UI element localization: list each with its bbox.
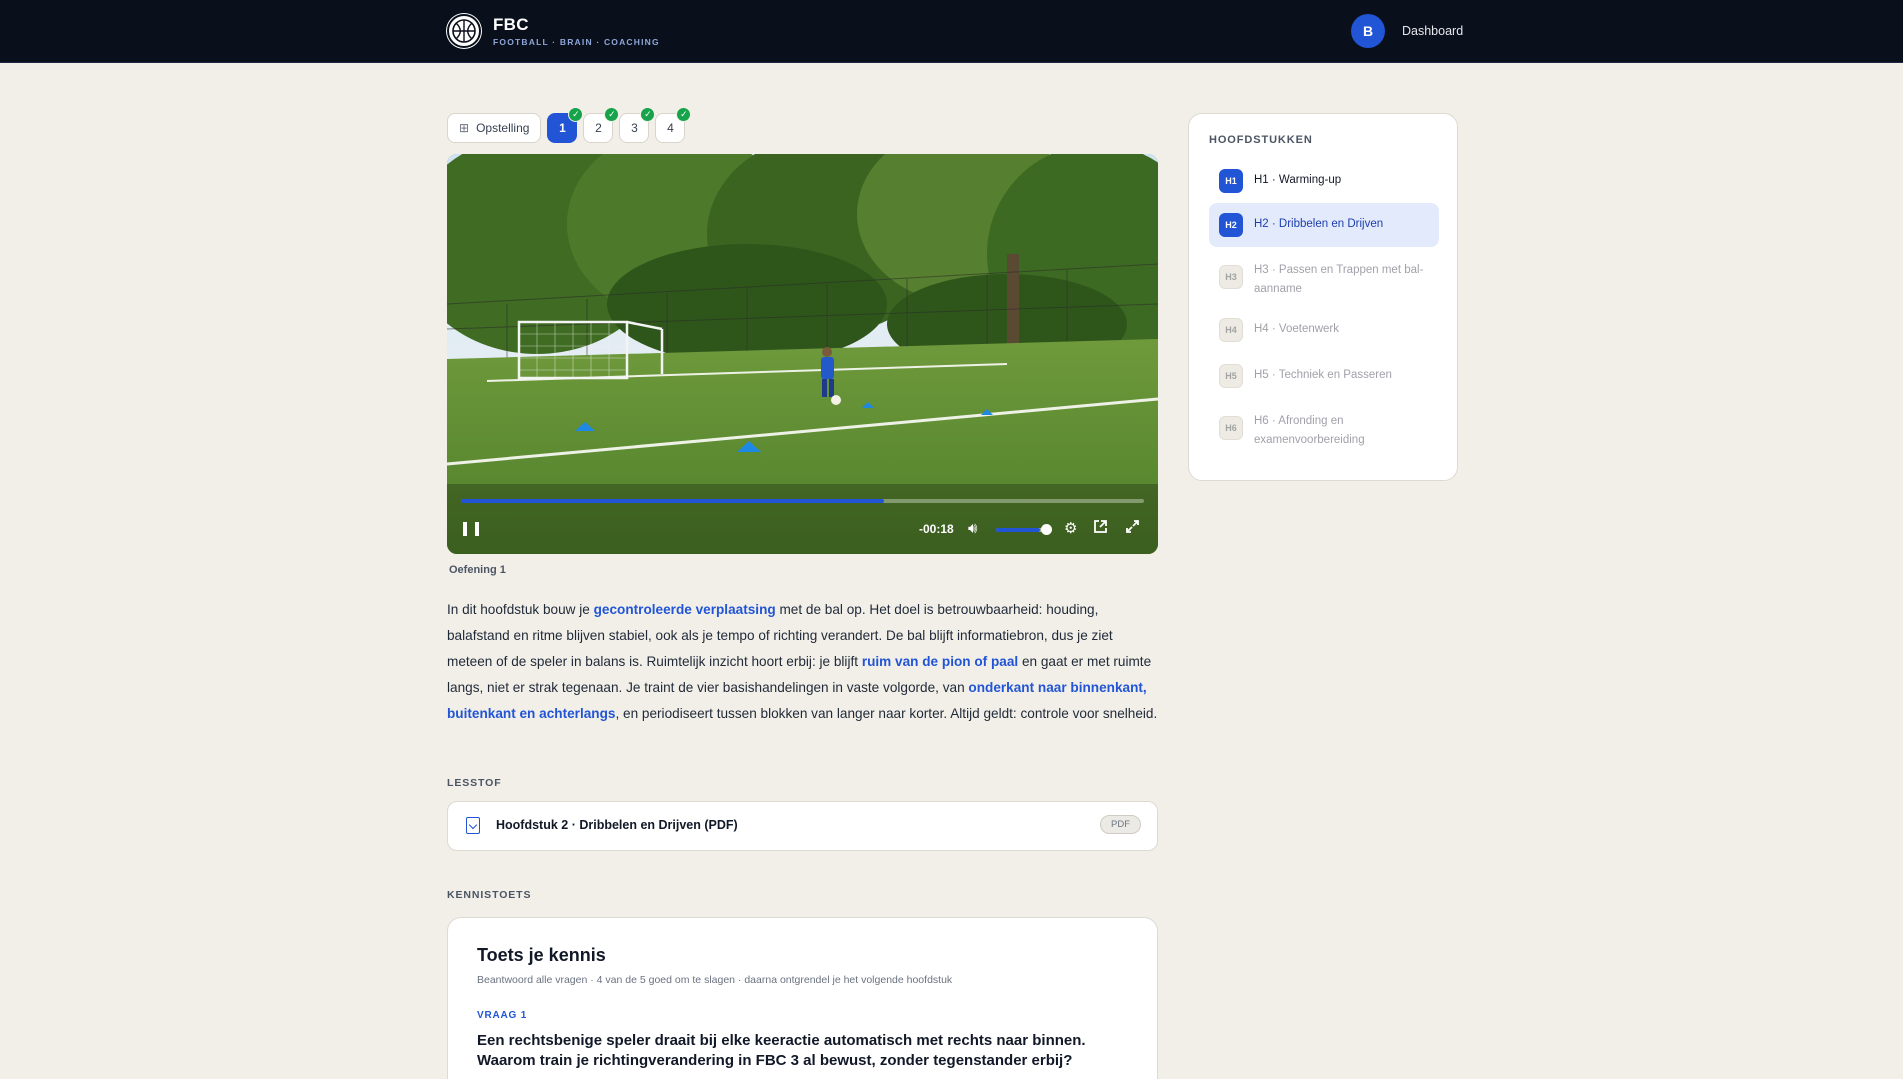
- chapter-item-h6: H6 H6 · Afronding en examenvoorbereiding: [1209, 408, 1439, 456]
- fullscreen-icon[interactable]: [1125, 519, 1140, 538]
- chapter-item-h3: H3 H3 · Passen en Trappen met bal-aannam…: [1209, 259, 1439, 303]
- chapter-item-h1[interactable]: H1 H1 · Warming-up: [1209, 166, 1439, 196]
- brand-title: FBC: [493, 15, 529, 34]
- chapter-badge: H5: [1219, 364, 1243, 388]
- brand-subtitle: FOOTBALL · BRAIN · COACHING: [493, 37, 660, 47]
- step-tab-label: 3: [631, 121, 638, 135]
- exercise-steps: ⊞ Opstelling 1 ✓ 2 ✓ 3 ✓ 4 ✓: [447, 107, 692, 143]
- kennistoets-section-label: KENNISTOETS: [447, 889, 532, 901]
- quiz-card: Toets je kennis Beantwoord alle vragen ·…: [447, 917, 1158, 1079]
- chapter-badge: H4: [1219, 318, 1243, 342]
- chapters-heading: HOOFDSTUKKEN: [1209, 134, 1313, 146]
- settings-gear-icon[interactable]: ⚙: [1064, 519, 1077, 537]
- question-number-label: VRAAG 1: [477, 1010, 528, 1021]
- volume-fill: [996, 528, 1041, 532]
- step-tab-label: 2: [595, 121, 602, 135]
- step-tab-1[interactable]: 1 ✓: [547, 107, 584, 143]
- step-tab-4[interactable]: 4 ✓: [655, 107, 692, 143]
- football-logo-icon: [447, 14, 481, 48]
- check-icon: ✓: [676, 107, 692, 122]
- dashboard-link[interactable]: Dashboard: [1402, 24, 1463, 38]
- volume-slider-knob[interactable]: [1041, 524, 1052, 535]
- pdf-badge: PDF: [1100, 815, 1141, 834]
- video-progress-bar[interactable]: [461, 499, 1144, 503]
- quiz-title: Toets je kennis: [477, 945, 606, 965]
- volume-icon[interactable]: 🔊︎: [968, 520, 977, 537]
- intro-text-part: In dit hoofdstuk bouw je: [447, 602, 594, 617]
- glossary-link-pion-paal[interactable]: ruim van de pion of paal: [862, 654, 1018, 669]
- check-icon: ✓: [604, 107, 620, 122]
- chapter-label: H2 · Dribbelen en Drijven: [1254, 218, 1384, 230]
- grid-icon: ⊞: [459, 121, 470, 135]
- chapter-label: H5 · Techniek en Passeren: [1254, 369, 1392, 381]
- chapter-label: H3 · Passen en Trappen met bal-aanname: [1254, 264, 1424, 295]
- intro-text-part: , en periodiseert tussen blokken van lan…: [615, 706, 1158, 721]
- setup-tab-label: Opstelling: [476, 121, 530, 135]
- step-tab-2[interactable]: 2 ✓: [583, 107, 620, 143]
- video-player[interactable]: -00:18 🔊︎ ⚙: [447, 154, 1158, 554]
- chapters-panel: HOOFDSTUKKEN H1 H1 · Warming-up H2 H2 · …: [1188, 113, 1458, 481]
- picture-in-picture-icon[interactable]: [1093, 519, 1108, 538]
- pdf-download-card[interactable]: Hoofdstuk 2 · Dribbelen en Drijven (PDF)…: [447, 801, 1158, 851]
- chapter-badge: H3: [1219, 265, 1243, 289]
- glossary-link-controlled-movement[interactable]: gecontroleerde verplaatsing: [594, 602, 776, 617]
- top-navigation-bar: FBC FOOTBALL · BRAIN · COACHING B Dashbo…: [0, 0, 1903, 63]
- chapter-label: H1 · Warming-up: [1254, 174, 1342, 186]
- chapter-badge: H6: [1219, 416, 1243, 440]
- check-icon: ✓: [568, 107, 584, 122]
- step-tab-label: 4: [667, 121, 674, 135]
- video-controls: -00:18 🔊︎ ⚙: [447, 516, 1158, 554]
- chapter-item-h2[interactable]: H2 H2 · Dribbelen en Drijven: [1209, 203, 1439, 247]
- user-avatar[interactable]: B: [1351, 14, 1385, 48]
- pause-button[interactable]: [463, 522, 479, 538]
- download-file-icon: [466, 817, 480, 834]
- question-text: Een rechtsbenige speler draait bij elke …: [477, 1032, 1086, 1069]
- chapter-label: H4 · Voetenwerk: [1254, 323, 1340, 335]
- time-remaining: -00:18: [919, 522, 954, 536]
- chapter-item-h4: H4 H4 · Voetenwerk: [1209, 315, 1439, 345]
- chapter-label: H6 · Afronding en examenvoorbereiding: [1254, 415, 1365, 446]
- chapter-item-h5: H5 H5 · Techniek en Passeren: [1209, 361, 1439, 391]
- video-progress-fill: [461, 499, 885, 503]
- step-tab-3[interactable]: 3 ✓: [619, 107, 656, 143]
- pdf-file-title: Hoofdstuk 2 · Dribbelen en Drijven (PDF): [496, 818, 738, 832]
- step-tab-label: 1: [559, 121, 566, 135]
- lesstof-section-label: LESSTOF: [447, 777, 502, 789]
- setup-tab[interactable]: ⊞ Opstelling: [447, 113, 542, 143]
- video-frame-football-pitch: [447, 154, 1158, 554]
- chapter-badge: H1: [1219, 169, 1243, 193]
- brand-home-link[interactable]: FBC FOOTBALL · BRAIN · COACHING: [447, 14, 660, 48]
- chapter-badge: H2: [1219, 213, 1243, 237]
- chapter-intro-text: In dit hoofdstuk bouw je gecontroleerde …: [447, 597, 1158, 727]
- check-icon: ✓: [640, 107, 656, 122]
- video-caption: Oefening 1: [449, 564, 506, 576]
- quiz-subtitle: Beantwoord alle vragen · 4 van de 5 goed…: [477, 974, 953, 986]
